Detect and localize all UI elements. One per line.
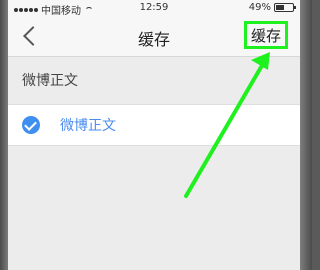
save-button[interactable]: 缓存 bbox=[244, 21, 288, 49]
list-item-label: 微博正文 bbox=[60, 118, 116, 134]
battery-fill bbox=[276, 5, 284, 10]
battery-percentage: 49% bbox=[248, 2, 271, 13]
phone-screen: 中国移动 12:59 49% 缓存 缓存 微博正文 微博正文 bbox=[8, 0, 300, 270]
navigation-bar: 缓存 缓存 bbox=[8, 16, 300, 57]
battery-icon bbox=[274, 3, 296, 12]
section-header: 微博正文 bbox=[22, 73, 78, 89]
device-bezel-right bbox=[300, 0, 312, 270]
list-item[interactable]: 微博正文 bbox=[8, 104, 300, 146]
device-bezel-left bbox=[0, 0, 8, 270]
status-right: 49% bbox=[248, 2, 296, 13]
status-bar: 中国移动 12:59 49% bbox=[8, 0, 300, 17]
check-circle-icon bbox=[22, 116, 40, 134]
